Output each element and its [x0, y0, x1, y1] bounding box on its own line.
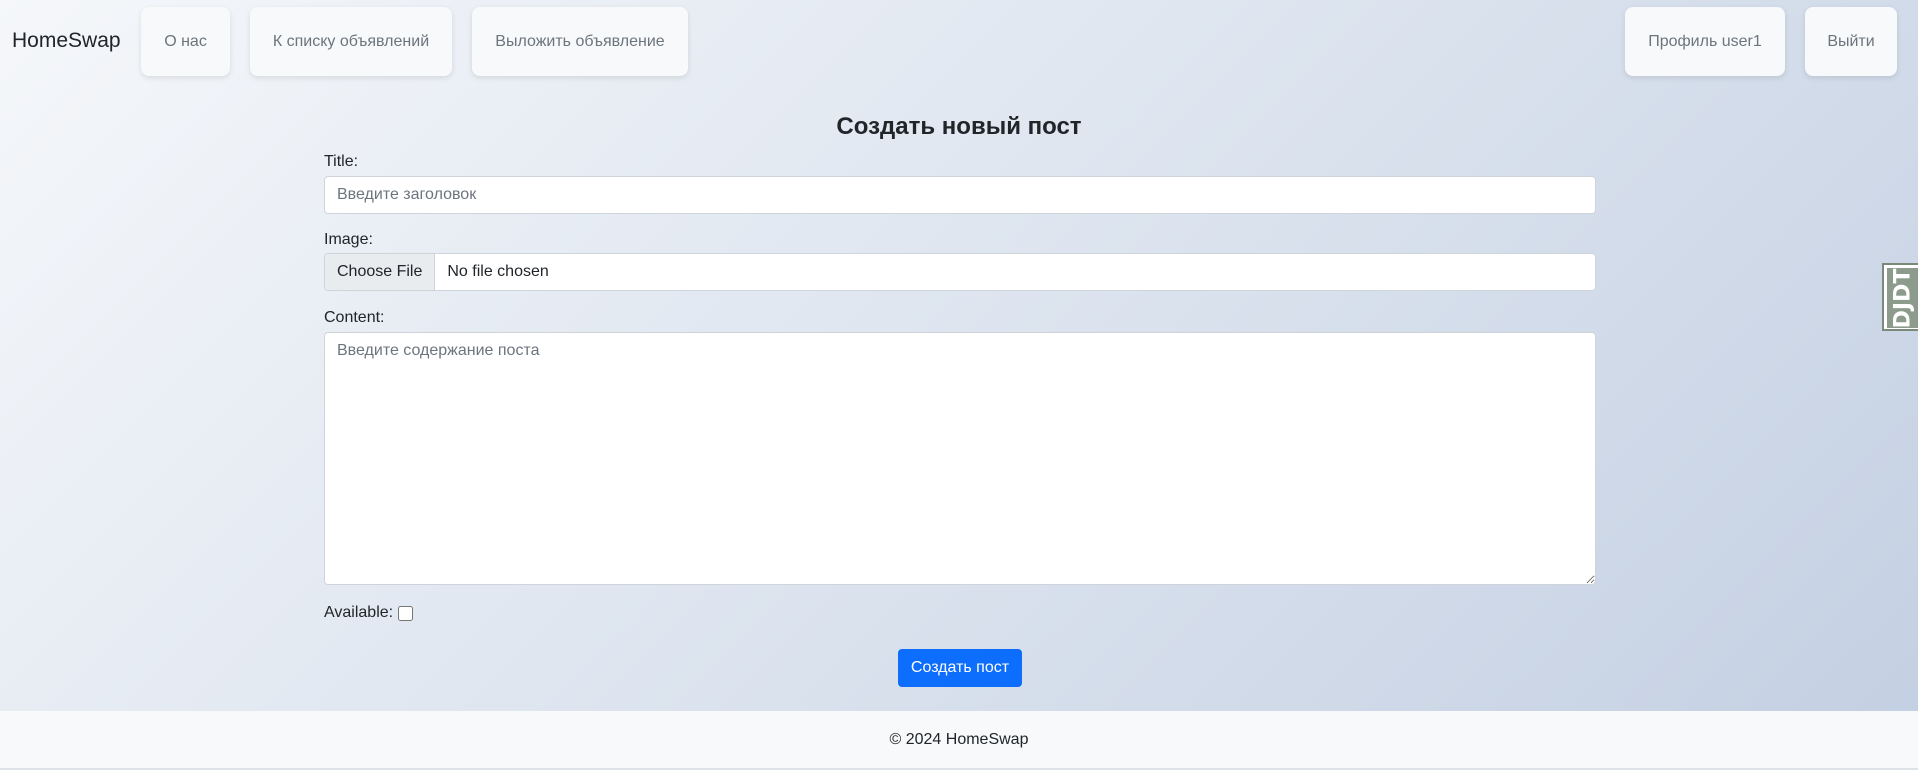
debug-toolbar-logo: DJDT — [1887, 268, 1918, 328]
available-label: Available: — [324, 604, 394, 621]
available-checkbox[interactable] — [398, 605, 414, 621]
create-post-button[interactable]: Создать пост — [898, 649, 1022, 687]
content-textarea[interactable] — [324, 332, 1596, 585]
title-input[interactable] — [324, 176, 1596, 214]
navbar: HomeSwap О нас К списку объявлений Вылож… — [0, 0, 1918, 84]
nav-post-listing-button[interactable]: Выложить объявление — [472, 7, 688, 76]
image-label: Image: — [324, 231, 373, 248]
footer: © 2024 HomeSwap — [0, 711, 1918, 770]
image-file-input[interactable]: Choose File No file chosen — [324, 253, 1596, 291]
debug-toolbar-label: DJDT — [1890, 268, 1915, 328]
choose-file-button[interactable]: Choose File — [325, 254, 436, 290]
nav-listings-button[interactable]: К списку объявлений — [250, 7, 452, 76]
file-status-text: No file chosen — [447, 263, 549, 280]
debug-toolbar-handle[interactable]: DJDT — [1882, 263, 1918, 331]
nav-profile-button[interactable]: Профиль user1 — [1625, 7, 1785, 76]
nav-logout-button[interactable]: Выйти — [1805, 7, 1897, 76]
nav-about-button[interactable]: О нас — [141, 7, 230, 76]
available-row: Available: — [324, 604, 414, 622]
footer-copyright: © 2024 HomeSwap — [889, 730, 1029, 748]
page-title: Создать новый пост — [836, 113, 1082, 140]
content-label: Content: — [324, 309, 385, 326]
title-label: Title: — [324, 153, 359, 170]
brand-link[interactable]: HomeSwap — [12, 29, 121, 53]
